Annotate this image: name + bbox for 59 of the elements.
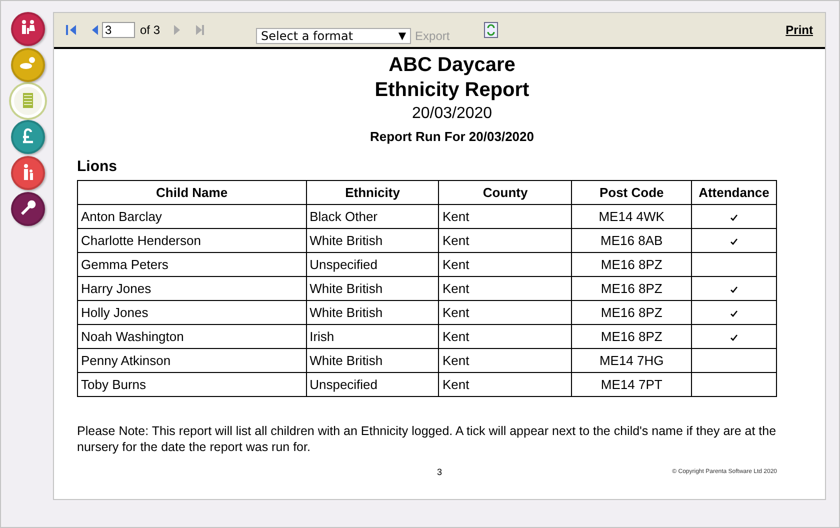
table-cell: Kent	[438, 348, 572, 372]
table-cell: ME14 7PT	[572, 372, 692, 396]
family-icon[interactable]	[10, 12, 44, 46]
column-header: Attendance	[692, 180, 776, 204]
column-header: Child Name	[78, 180, 306, 204]
register-icon[interactable]	[10, 84, 44, 118]
table-cell: ME16 8AB	[572, 228, 692, 252]
table-cell: Kent	[438, 372, 572, 396]
page-field[interactable]: 3	[102, 22, 135, 38]
parent-icon[interactable]	[10, 156, 44, 190]
table-cell: White British	[306, 228, 439, 252]
group-heading: Lions	[77, 158, 118, 175]
report-title: ABC Daycare	[388, 53, 516, 78]
table-cell: Noah Washington	[78, 324, 306, 348]
refresh-icon[interactable]	[484, 22, 498, 38]
table-cell: ME16 8PZ	[572, 276, 692, 300]
right-triangle-icon	[194, 25, 204, 35]
table-cell: White British	[306, 348, 439, 372]
table-cell: Anton Barclay	[78, 204, 306, 228]
table-cell: Unspecified	[306, 252, 439, 276]
table-cell: Kent	[438, 300, 572, 324]
table-cell: Kent	[438, 228, 572, 252]
table-cell: Kent	[438, 204, 572, 228]
table-cell: Kent	[438, 324, 572, 348]
table-cell: ME14 7HG	[572, 348, 692, 372]
table-cell: Harry Jones	[78, 276, 306, 300]
table-cell: ME14 4WK	[572, 204, 692, 228]
first-page-button[interactable]	[66, 25, 76, 35]
table-cell: Kent	[438, 252, 572, 276]
table-cell: Unspecified	[306, 372, 439, 396]
right-triangle-icon	[174, 25, 180, 35]
format-select[interactable]: Select a format ▼	[256, 28, 412, 44]
table-cell: Holly Jones	[78, 300, 306, 324]
table-cell: Irish	[306, 324, 439, 348]
report-subtitle: Ethnicity Report	[374, 78, 530, 103]
report-run-date: Report Run For 20/03/2020	[370, 129, 534, 144]
table-cell: Penny Atkinson	[78, 348, 306, 372]
left-triangle-icon	[92, 25, 98, 35]
table-cell: Toby Burns	[78, 372, 306, 396]
table-cell: Black Other	[306, 204, 439, 228]
table-cell: Charlotte Henderson	[78, 228, 306, 252]
note-text: Please Note: This report will list all children with an Ethnicity logged. A tick will appear next to the child's name if they are at the nursery for the date the report was run for.	[77, 423, 777, 455]
table-cell: White British	[306, 276, 439, 300]
table-cell: Kent	[438, 276, 572, 300]
column-header: County	[438, 180, 572, 204]
report-date: 20/03/2020	[412, 104, 492, 124]
page-count: of 3	[140, 23, 160, 37]
table-cell: ME16 8PZ	[572, 300, 692, 324]
print-link[interactable]: Print	[786, 23, 813, 37]
table-cell: ME16 8PZ	[572, 324, 692, 348]
table-cell: ME16 8PZ	[572, 252, 692, 276]
previous-page-button[interactable]	[92, 25, 98, 35]
left-triangle-icon	[66, 25, 76, 35]
table-cell: Gemma Peters	[78, 252, 306, 276]
money-icon[interactable]	[10, 120, 44, 154]
column-header: Post Code	[572, 180, 692, 204]
column-header: Ethnicity	[306, 180, 439, 204]
page-number: 3	[437, 467, 442, 477]
table-cell: White British	[306, 300, 439, 324]
